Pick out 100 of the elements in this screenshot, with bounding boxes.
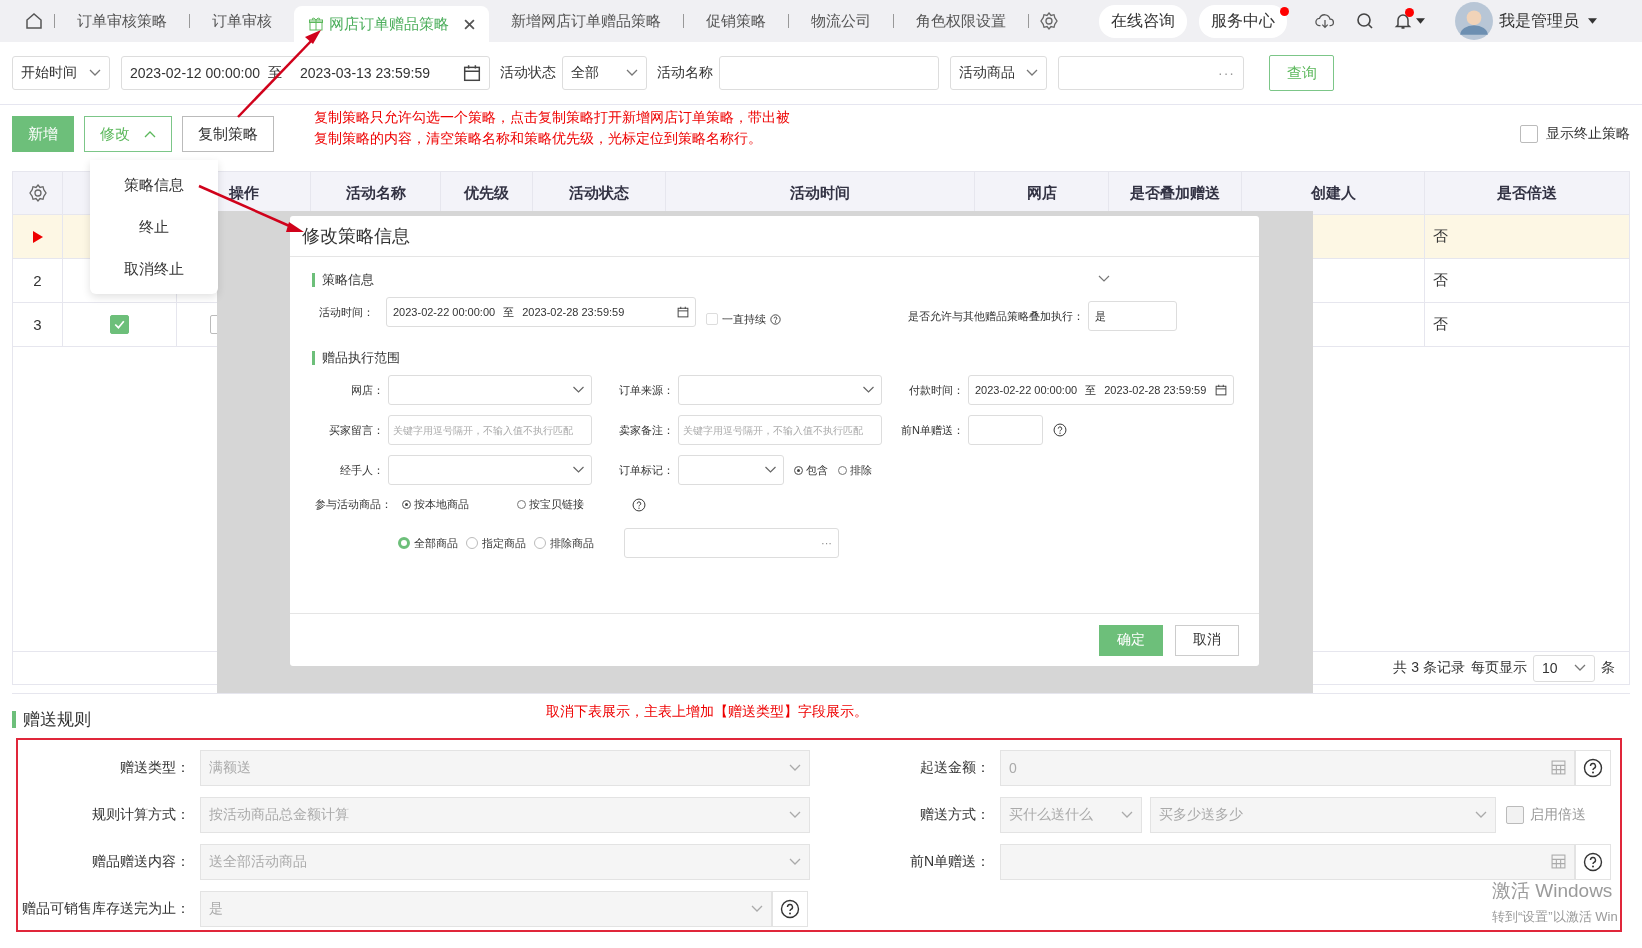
table-cell: 否: [1425, 259, 1630, 302]
bell-icon[interactable]: [1393, 11, 1413, 31]
help-icon[interactable]: [632, 497, 646, 512]
cloud-download-icon[interactable]: [1315, 11, 1335, 31]
current-row-icon: [32, 230, 43, 243]
goods-select[interactable]: 活动商品: [950, 56, 1047, 90]
date-range-field[interactable]: 2023-02-12 00:00:00 至 2023-03-13 23:59:59: [121, 56, 490, 90]
field-label: 经手人：: [339, 462, 385, 478]
close-icon[interactable]: [464, 18, 475, 30]
avatar[interactable]: [1455, 2, 1493, 40]
checkbox-label: 显示终止策略: [1546, 125, 1630, 143]
chevron-down-icon: [572, 386, 585, 394]
tab[interactable]: 角色权限设置: [894, 0, 1028, 42]
section-title: 赠品执行范围: [312, 351, 1237, 365]
checkbox[interactable]: [706, 313, 718, 325]
field-label: 参与活动商品：: [314, 497, 392, 512]
header-link-button[interactable]: 在线咨询: [1099, 4, 1187, 38]
section-title: 策略信息: [312, 273, 1237, 287]
section-title: 赠送规则: [12, 710, 91, 728]
caret-icon[interactable]: [1416, 18, 1425, 24]
checkbox-label: 一直持续: [722, 311, 766, 327]
dialog-title: 修改策略信息: [290, 216, 1259, 257]
chevron-down-icon: [789, 857, 801, 866]
tab[interactable]: 新增网店订单赠品策略: [489, 0, 683, 42]
field-label: 卖家备注：: [618, 422, 675, 438]
status-select[interactable]: 全部: [562, 56, 647, 90]
field-label: 前N单赠送：: [900, 422, 965, 438]
tab[interactable]: 促销策略: [684, 0, 788, 42]
stacking-field[interactable]: 是: [1088, 301, 1177, 331]
date-range-field[interactable]: 2023-02-22 00:00:00 至 2023-02-28 23:59:59: [386, 297, 696, 327]
field-label: 是否允许与其他赠品策略叠加执行：: [908, 308, 1085, 324]
buyer-message-field[interactable]: 关键字用逗号隔开，不输入值不执行匹配: [388, 415, 592, 445]
tab[interactable]: 订单审核: [190, 0, 294, 42]
chevron-down-icon: [1574, 664, 1586, 672]
search-icon[interactable]: [1355, 11, 1375, 31]
radio-option[interactable]: 包含: [794, 462, 828, 478]
radio-option[interactable]: 排除: [838, 462, 872, 478]
time-type-select[interactable]: 开始时间: [12, 56, 110, 90]
caret-icon[interactable]: [1588, 18, 1597, 24]
row-number: 3: [33, 316, 42, 333]
chevron-down-icon: [764, 466, 777, 474]
gift-icon: [308, 16, 324, 32]
first-orders-field[interactable]: [1000, 843, 1575, 880]
field-label: 规则计算方式：: [91, 805, 191, 824]
help-icon[interactable]: [1583, 757, 1603, 778]
chevron-down-icon: [572, 466, 585, 474]
radio-option[interactable]: 排除商品: [534, 535, 594, 551]
field-label: 赠品可销售库存送完为止：: [21, 899, 191, 918]
field-label: 订单标记：: [618, 462, 675, 478]
field-label: 赠品赠送内容：: [91, 852, 191, 871]
chevron-down-icon: [1026, 69, 1038, 77]
tab[interactable]: 订单审核策略: [55, 0, 189, 42]
activation-notice: 激活 Windows: [1492, 879, 1614, 903]
checkbox[interactable]: [1520, 125, 1538, 143]
date-range-field[interactable]: 2023-02-22 00:00:00 至 2023-02-28 23:59:59: [968, 375, 1234, 405]
row-checkbox[interactable]: [110, 315, 129, 334]
page-size-label: 每页显示: [1471, 659, 1527, 677]
calendar-icon: [677, 306, 689, 318]
radio-option[interactable]: 全部商品: [398, 535, 458, 551]
tab[interactable]: 物流公司: [789, 0, 893, 42]
first-orders-field[interactable]: [968, 415, 1043, 445]
help-icon[interactable]: [1583, 851, 1603, 872]
activation-notice: 转到“设置”以激活 Win: [1492, 908, 1618, 926]
activity-name-field[interactable]: [719, 56, 939, 90]
calendar-icon: [463, 64, 481, 82]
chevron-down-icon: [862, 386, 875, 394]
radio-option[interactable]: 指定商品: [466, 535, 526, 551]
chevron-down-icon: [626, 69, 638, 77]
chevron-down-icon: [789, 763, 801, 772]
header-link-button[interactable]: 服务中心: [1199, 4, 1287, 38]
settings-icon[interactable]: [1039, 11, 1059, 31]
calculator-icon: [1551, 760, 1566, 775]
field-label: 赠送类型：: [119, 758, 191, 777]
copy-button[interactable]: 复制策略: [182, 116, 274, 152]
field-label: 付款时间：: [908, 382, 965, 398]
settings-icon[interactable]: [27, 183, 48, 203]
chevron-down-icon: [751, 904, 763, 913]
field-label: 买家留言：: [328, 422, 385, 438]
chevron-down-icon: [1475, 810, 1487, 819]
user-name[interactable]: 我是管理员: [1499, 10, 1579, 32]
calculator-icon: [1551, 854, 1566, 869]
seller-note-field[interactable]: 关键字用逗号隔开，不输入值不执行匹配: [678, 415, 882, 445]
chevron-down-icon: [89, 69, 101, 77]
cancel-button[interactable]: 取消: [1175, 624, 1239, 656]
help-icon[interactable]: [1053, 423, 1067, 437]
field-label: 网店：: [350, 382, 385, 398]
page-size-select[interactable]: 10: [1533, 654, 1595, 682]
field-label: 活动时间：: [318, 304, 375, 320]
calendar-icon: [1215, 384, 1227, 396]
filter-label: 活动名称: [657, 64, 713, 82]
menu-item[interactable]: 取消终止: [90, 248, 218, 290]
annotation-text: 复制策略的内容，清空策略名称和策略优先级，光标定位到策略名称行。: [314, 129, 763, 148]
home-icon[interactable]: [24, 11, 44, 31]
help-icon[interactable]: [780, 898, 800, 919]
radio-option[interactable]: 按本地商品: [402, 497, 469, 512]
handler-select[interactable]: [388, 455, 592, 485]
field-label: 前N单赠送：: [908, 852, 991, 871]
radio-option[interactable]: 按宝贝链接: [517, 497, 584, 512]
goods-field[interactable]: ···: [624, 528, 839, 558]
field-label: 赠送方式：: [919, 805, 991, 824]
